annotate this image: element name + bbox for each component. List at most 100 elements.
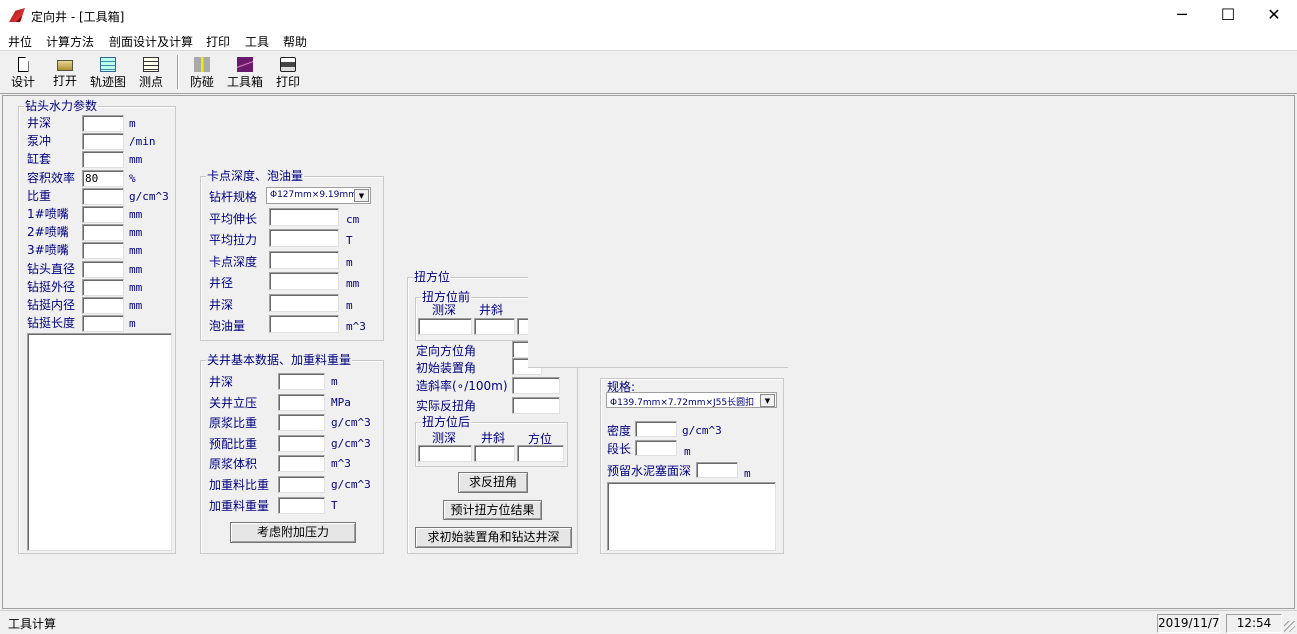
hydraulics-unit: m — [129, 117, 136, 130]
toolbar-separator — [177, 55, 179, 89]
reactive-torque-input[interactable] — [512, 397, 560, 414]
stuck-input[interactable] — [269, 250, 339, 269]
stuck-input[interactable] — [269, 208, 339, 226]
spec-value: Φ139.7mm×7.72mm×J55长圆扣 — [610, 398, 755, 408]
hydraulics-input[interactable] — [82, 260, 124, 278]
predict-toolface-button[interactable]: 预计扭方位结果 — [443, 500, 542, 520]
toolface-after-group-title: 扭方位后 — [421, 415, 472, 429]
hydraulics-label: 容积效率 — [27, 170, 76, 185]
toolbar-button-2[interactable]: 轨迹图 — [87, 54, 129, 92]
reactive-torque-label: 实际反扭角 — [416, 399, 477, 413]
toolbar-label: 打开 — [52, 74, 77, 88]
hydraulics-unit: mm — [129, 244, 143, 258]
toolbar-button-5[interactable]: 工具箱 — [224, 54, 266, 92]
shutin-input[interactable] — [278, 393, 325, 411]
chevron-down-icon[interactable]: ▼ — [760, 394, 775, 407]
initial-toolface-label: 初始装置角 — [416, 361, 477, 375]
hydraulics-input[interactable]: 80 — [82, 169, 124, 187]
shutin-unit: g/cm^3 — [331, 416, 371, 430]
menu-1[interactable]: 计算方法 — [46, 33, 94, 50]
hydraulics-label: 钻头直径 — [27, 261, 76, 276]
toolbar-button-6[interactable]: 打印 — [267, 54, 309, 92]
hydraulics-input[interactable] — [82, 151, 124, 169]
additional-pressure-button[interactable]: 考虑附加压力 — [230, 522, 356, 543]
menu-4[interactable]: 工具 — [245, 33, 269, 50]
resize-grip-icon[interactable] — [1284, 621, 1295, 632]
plug-depth-input[interactable] — [696, 462, 738, 478]
plug-depth-label: 预留水泥塞面深 — [607, 464, 692, 478]
toolbox-icon — [237, 57, 253, 72]
toolbar-button-4[interactable]: 防碰 — [181, 54, 223, 92]
after-inc-input[interactable] — [474, 445, 515, 462]
hydraulics-input[interactable] — [82, 224, 124, 242]
status-text: 工具计算 — [8, 617, 57, 631]
hydraulics-input[interactable] — [82, 206, 124, 223]
toolbar-label: 打印 — [275, 75, 300, 89]
close-button[interactable]: ✕ — [1251, 0, 1297, 31]
density-input[interactable] — [635, 421, 677, 437]
shutin-input[interactable] — [278, 373, 325, 390]
stuck-input[interactable] — [269, 315, 339, 333]
shutin-input[interactable] — [278, 455, 325, 473]
minimize-button[interactable]: ─ — [1159, 0, 1205, 31]
stuck-input[interactable] — [269, 272, 339, 291]
length-input[interactable] — [635, 440, 677, 456]
menu-5[interactable]: 帮助 — [283, 33, 307, 50]
stuck-unit: cm — [346, 213, 360, 226]
density-unit: g/cm^3 — [682, 424, 722, 437]
hydraulics-input[interactable] — [82, 133, 124, 151]
hydraulics-input[interactable] — [82, 315, 124, 333]
stuck-unit: m — [346, 255, 353, 269]
hydraulics-unit: % — [129, 171, 136, 185]
anti-collision-icon — [194, 57, 210, 72]
stuck-label: 泡油量 — [209, 319, 246, 333]
hydraulics-label: 钻挺外径 — [27, 279, 76, 294]
build-rate-label: 造斜率(∘/100m) — [416, 379, 508, 393]
maximize-button[interactable]: ☐ — [1205, 0, 1251, 31]
spec-combo[interactable]: Φ139.7mm×7.72mm×J55长圆扣 ▼ — [606, 392, 777, 408]
status-bar: 工具计算 2019/11/7 12:54 — [0, 610, 1297, 634]
toolbar-button-1[interactable]: 打开 — [44, 54, 86, 92]
hydraulics-input[interactable] — [82, 297, 124, 314]
density-label: 密度 — [607, 424, 632, 438]
menu-3[interactable]: 打印 — [206, 33, 230, 50]
hydraulics-input[interactable] — [82, 187, 124, 205]
toolbar-label: 轨迹图 — [89, 75, 126, 89]
before-inc-input[interactable] — [474, 318, 515, 335]
status-date: 2019/11/7 — [1157, 614, 1220, 633]
build-rate-input[interactable] — [512, 377, 560, 394]
cement-output[interactable] — [607, 482, 776, 551]
menu-2[interactable]: 剖面设计及计算 — [109, 33, 193, 50]
hydraulics-input[interactable] — [82, 115, 124, 132]
shutin-input[interactable] — [278, 496, 325, 514]
initial-toolface-depth-button[interactable]: 求初始装置角和钻达井深 — [415, 527, 572, 548]
before-md-input[interactable] — [418, 318, 472, 335]
hydraulics-input[interactable] — [82, 242, 124, 260]
shutin-input[interactable] — [278, 434, 325, 452]
new-document-icon — [17, 57, 29, 72]
toolbar-button-3[interactable]: 测点 — [130, 54, 172, 92]
chevron-down-icon[interactable]: ▼ — [354, 189, 369, 202]
length-label: 段长 — [607, 442, 632, 456]
pipe-spec-combo[interactable]: Φ127mm×9.19mm ▼ — [266, 187, 371, 204]
length-unit: m — [684, 445, 691, 458]
after-azi-input[interactable] — [517, 445, 564, 462]
stuck-input[interactable] — [269, 293, 339, 312]
app-icon — [9, 8, 25, 22]
shutin-label: 关井立压 — [209, 395, 258, 410]
toolface-before-group-title: 扭方位前 — [421, 290, 472, 304]
after-md-input[interactable] — [418, 445, 472, 462]
shutin-input[interactable] — [278, 476, 325, 493]
hydraulics-output[interactable] — [27, 333, 172, 551]
after-header-azi: 方位 — [528, 432, 553, 446]
after-header-md: 测深 — [432, 431, 457, 445]
hydraulics-input[interactable] — [82, 278, 124, 296]
reactive-torque-button[interactable]: 求反扭角 — [458, 472, 528, 493]
toolbar-button-0[interactable]: 设计 — [2, 54, 44, 92]
menu-bar: 井位 计算方法 剖面设计及计算 打印 工具 帮助 — [0, 31, 1297, 51]
stuck-label: 平均拉力 — [209, 233, 258, 248]
stuck-input[interactable] — [269, 229, 339, 248]
shutin-label: 井深 — [209, 375, 234, 389]
shutin-input[interactable] — [278, 414, 325, 432]
menu-0[interactable]: 井位 — [8, 33, 32, 50]
